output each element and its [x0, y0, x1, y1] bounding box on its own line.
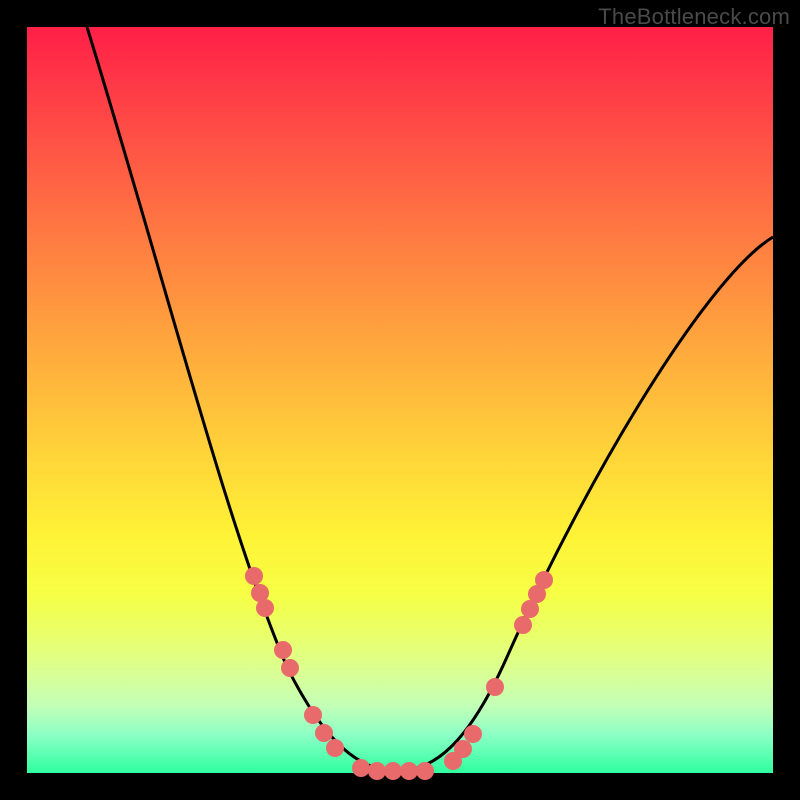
calibration-dot: [315, 724, 333, 742]
calibration-dot: [514, 616, 532, 634]
chart-svg: [27, 27, 773, 773]
chart-plot-area: [27, 27, 773, 773]
calibration-dot: [400, 762, 418, 780]
bottleneck-curve: [87, 27, 773, 771]
calibration-dot: [384, 762, 402, 780]
calibration-dot: [464, 725, 482, 743]
calibration-dot: [326, 739, 344, 757]
calibration-dot: [486, 678, 504, 696]
calibration-dot: [368, 762, 386, 780]
calibration-dot: [281, 659, 299, 677]
calibration-dot: [352, 759, 370, 777]
calibration-dot: [304, 706, 322, 724]
chart-frame: TheBottleneck.com: [0, 0, 800, 800]
calibration-dot: [245, 567, 263, 585]
calibration-dot: [256, 599, 274, 617]
watermark-text: TheBottleneck.com: [598, 4, 790, 30]
calibration-dot: [274, 641, 292, 659]
calibration-dot: [535, 571, 553, 589]
calibration-dot: [454, 740, 472, 758]
calibration-dot: [416, 762, 434, 780]
calibration-dots: [245, 567, 553, 780]
